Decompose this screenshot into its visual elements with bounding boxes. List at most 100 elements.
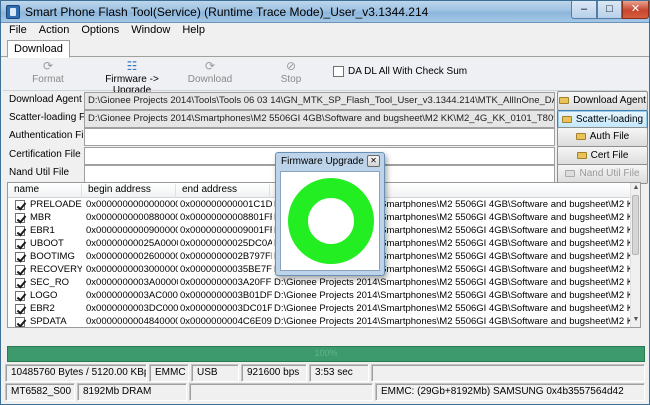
auth-field[interactable] (84, 128, 555, 146)
row-checkbox[interactable] (15, 200, 25, 210)
cell-end: 0x0000000004C6E093 (180, 316, 272, 327)
progress-text: 100% (314, 348, 338, 358)
cell-begin: 0x0000000000000000 (86, 199, 178, 210)
progress-bar: 100% (7, 346, 645, 362)
app-phone-icon (6, 5, 20, 19)
title-bar[interactable]: Smart Phone Flash Tool(Service) (Runtime… (1, 1, 649, 23)
scroll-down-icon[interactable]: ▼ (632, 316, 640, 326)
vertical-scrollbar[interactable]: ▲ ▼ (630, 183, 640, 327)
cell-name: LOGO (30, 290, 58, 301)
folder-icon (559, 97, 570, 104)
stop-button[interactable]: ⊘ Stop (271, 59, 311, 86)
nand-label: Nand Util File (9, 167, 70, 178)
maximize-button[interactable]: □ (597, 1, 622, 19)
cell-end: 0x00000000025DC0A7 (180, 238, 272, 249)
row-checkbox[interactable] (15, 317, 25, 327)
download-agent-button[interactable]: Download Agent (557, 91, 648, 111)
menu-action[interactable]: Action (33, 23, 76, 36)
firmware-upgrade-button[interactable]: ☷ Firmware -> Upgrade (87, 60, 177, 97)
cell-name: BOOTIMG (30, 251, 75, 262)
cell-begin: 0x0000000004840000 (86, 316, 178, 327)
cell-name: MBR (30, 212, 52, 223)
cell-name: RECOVERY (30, 264, 82, 275)
checkbox-box[interactable] (333, 66, 344, 77)
cell-end: 0x00000000009001FF (180, 225, 272, 236)
close-button[interactable]: ✕ (622, 1, 649, 19)
cell-end: 0x0000000002B797FF (180, 251, 272, 262)
cell-begin: 0x0000000003DC0000 (86, 303, 178, 314)
dialog-close-button[interactable]: ✕ (367, 155, 380, 167)
minimize-button[interactable]: – (571, 1, 597, 19)
scroll-thumb[interactable] (632, 195, 639, 255)
folder-icon (575, 133, 586, 140)
cell-loc: D:\Gionee Projects 2014\Smartphones\M2 5… (274, 277, 630, 288)
download-agent-field[interactable]: D:\Gionee Projects 2014\Tools\Tools 06 0… (84, 92, 555, 110)
row-checkbox[interactable] (15, 278, 25, 288)
cell-loc: D:\Gionee Projects 2014\Smartphones\M2 5… (274, 290, 630, 301)
row-checkbox[interactable] (15, 291, 25, 301)
status-blank (189, 383, 373, 401)
nand-util-button-label: Nand Util File (579, 168, 640, 179)
folder-icon (576, 152, 587, 159)
cell-end: 0x0000000003DC01FF (180, 303, 272, 314)
nand-util-button[interactable]: Nand Util File (557, 164, 648, 184)
cell-begin: 0x0000000000880000 (86, 212, 178, 223)
download-agent-label: Download Agent (9, 94, 82, 105)
download-icon: ⟳ (204, 59, 216, 73)
tab-download[interactable]: Download (7, 40, 70, 58)
status-elapsed: 3:53 sec (309, 364, 369, 382)
row-checkbox[interactable] (15, 213, 25, 223)
status-storage: EMMC (149, 364, 189, 382)
table-row[interactable]: SEC_RO 0x0000000003A00000 0x0000000003A20F… (8, 277, 632, 290)
cell-end: 0x000000000001C1D3 (180, 199, 272, 210)
menu-window[interactable]: Window (125, 23, 176, 36)
scatter-field[interactable]: D:\Gionee Projects 2014\Smartphones\M2 5… (84, 110, 555, 128)
firmware-upgrade-dialog[interactable]: Firmware Upgrade ... ✕ (275, 152, 385, 276)
app-window: Smart Phone Flash Tool(Service) (Runtime… (0, 0, 650, 405)
status-dram: 8192Mb DRAM (77, 383, 187, 401)
format-button[interactable]: ⟳ Format (23, 60, 73, 86)
da-checksum-label: DA DL All With Check Sum (348, 66, 468, 77)
cell-name: SEC_RO (30, 277, 70, 288)
row-checkbox[interactable] (15, 252, 25, 262)
auth-file-button[interactable]: Auth File (557, 127, 648, 147)
col-end-address[interactable]: end address (176, 184, 270, 198)
menu-options[interactable]: Options (75, 23, 125, 36)
cell-begin: 0x0000000003000000 (86, 264, 178, 275)
table-row[interactable]: SPDATA 0x0000000004840000 0x0000000004C6E0… (8, 316, 632, 327)
menu-help[interactable]: Help (176, 23, 211, 36)
auth-row: Authentication File Auth File (9, 127, 648, 147)
row-checkbox[interactable] (15, 304, 25, 314)
cell-begin: 0x0000000002600000 (86, 251, 178, 262)
menu-bar: File Action Options Window Help (1, 23, 649, 39)
cell-end: 0x00000000008801FF (180, 212, 272, 223)
scatter-label: Scatter-loading File (9, 112, 96, 123)
col-name[interactable]: name (8, 184, 82, 198)
row-checkbox[interactable] (15, 239, 25, 249)
stop-icon: ⊘ (285, 59, 297, 73)
stop-label: Stop (280, 74, 302, 85)
cert-file-button[interactable]: Cert File (557, 146, 648, 166)
cell-begin: 0x0000000003AC0000 (86, 290, 178, 301)
status-bar-2: MT6582_S00 8192Mb DRAM EMMC: (29Gb+8192M… (3, 383, 647, 401)
status-chip: MT6582_S00 (5, 383, 75, 401)
da-checksum-checkbox[interactable]: DA DL All With Check Sum (333, 66, 467, 77)
dialog-body (280, 171, 380, 271)
menu-file[interactable]: File (1, 23, 33, 36)
table-row[interactable]: EBR2 0x0000000003DC0000 0x0000000003DC01FF… (8, 303, 632, 316)
tab-strip: Download (1, 39, 649, 58)
row-checkbox[interactable] (15, 265, 25, 275)
dialog-title: Firmware Upgrade ... (281, 156, 375, 167)
status-empty (371, 364, 645, 382)
row-checkbox[interactable] (15, 226, 25, 236)
download-button[interactable]: ⟳ Download (183, 59, 237, 86)
table-row[interactable]: LOGO 0x0000000003AC0000 0x0000000003B01DFF… (8, 290, 632, 303)
cell-loc: D:\Gionee Projects 2014\Smartphones\M2 5… (274, 316, 630, 327)
cell-name: EBR1 (30, 225, 55, 236)
cell-end: 0x00000000035BE7FF (180, 264, 272, 275)
folder-icon (561, 116, 572, 123)
scroll-up-icon[interactable]: ▲ (632, 184, 640, 194)
status-baud: 921600 bps (241, 364, 307, 382)
col-begin-address[interactable]: begin address (82, 184, 176, 198)
success-ring-icon (288, 178, 374, 264)
